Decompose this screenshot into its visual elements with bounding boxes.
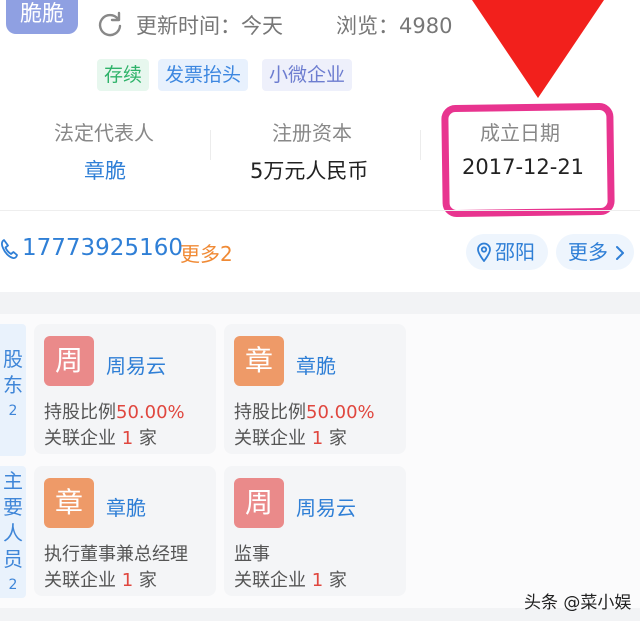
key-person-card[interactable]: 周 周易云 监事 关联企业 1 家 xyxy=(224,466,406,596)
update-time: 更新时间：今天 xyxy=(136,14,283,38)
legal-rep-label: 法定代表人 xyxy=(54,121,154,145)
divider xyxy=(420,130,421,160)
more-button[interactable]: 更多 xyxy=(556,234,634,270)
more-phones-link[interactable]: 更多2 xyxy=(180,238,233,267)
person-name[interactable]: 周易云 xyxy=(106,350,166,379)
phone-icon[interactable] xyxy=(0,238,18,260)
related-companies: 关联企业 1 家 xyxy=(44,570,157,591)
avatar: 章 xyxy=(234,336,284,386)
capital-value: 5万元人民币 xyxy=(250,159,369,183)
shareholders-side-label[interactable]: 股东 2 xyxy=(0,324,26,456)
key-person-card[interactable]: 章 章脆 执行董事兼总经理 关联企业 1 家 xyxy=(34,466,216,596)
divider xyxy=(0,210,640,211)
share-ratio: 持股比例50.00% xyxy=(234,402,375,423)
capital-label: 注册资本 xyxy=(272,121,352,145)
person-name[interactable]: 章脆 xyxy=(106,492,146,521)
highlight-box-annotation xyxy=(441,102,615,218)
chevron-right-icon xyxy=(616,246,625,260)
shareholder-card[interactable]: 周 周易云 持股比例50.00% 关联企业 1 家 xyxy=(34,324,216,454)
key-people-count: 2 xyxy=(8,577,18,593)
divider xyxy=(210,130,211,160)
section-gap xyxy=(0,292,640,314)
person-role: 执行董事兼总经理 xyxy=(44,544,188,565)
location-pin-icon xyxy=(477,242,491,262)
key-people-label: 主要人员 xyxy=(3,469,23,571)
avatar: 周 xyxy=(44,336,94,386)
tag-status: 存续 xyxy=(97,59,150,91)
company-logo: 脆脆 xyxy=(6,0,78,34)
person-name[interactable]: 周易云 xyxy=(296,492,356,521)
location-button[interactable]: 邵阳 xyxy=(466,234,548,270)
shareholders-label: 股东 xyxy=(3,347,23,397)
related-companies: 关联企业 1 家 xyxy=(234,570,347,591)
refresh-icon[interactable] xyxy=(96,10,124,38)
person-role: 监事 xyxy=(234,544,270,565)
avatar: 章 xyxy=(44,478,94,528)
tag-invoice-title[interactable]: 发票抬头 xyxy=(158,59,249,91)
share-ratio: 持股比例50.00% xyxy=(44,402,185,423)
tag-company-size: 小微企业 xyxy=(262,59,353,91)
person-name[interactable]: 章脆 xyxy=(296,350,336,379)
shareholders-count: 2 xyxy=(8,403,18,419)
down-arrow-annotation xyxy=(472,0,604,98)
location-label: 邵阳 xyxy=(495,240,535,264)
view-count: 浏览：4980 xyxy=(336,14,453,38)
legal-rep-value[interactable]: 章脆 xyxy=(84,155,126,185)
key-people-side-label[interactable]: 主要人员 2 xyxy=(0,466,26,598)
phone-number[interactable]: 17773925160 xyxy=(22,235,183,261)
avatar: 周 xyxy=(234,478,284,528)
related-companies: 关联企业 1 家 xyxy=(234,428,347,449)
more-label: 更多 xyxy=(568,240,608,264)
shareholder-card[interactable]: 章 章脆 持股比例50.00% 关联企业 1 家 xyxy=(224,324,406,454)
watermark: 头条 @菜小娱 xyxy=(524,593,632,613)
related-companies: 关联企业 1 家 xyxy=(44,428,157,449)
